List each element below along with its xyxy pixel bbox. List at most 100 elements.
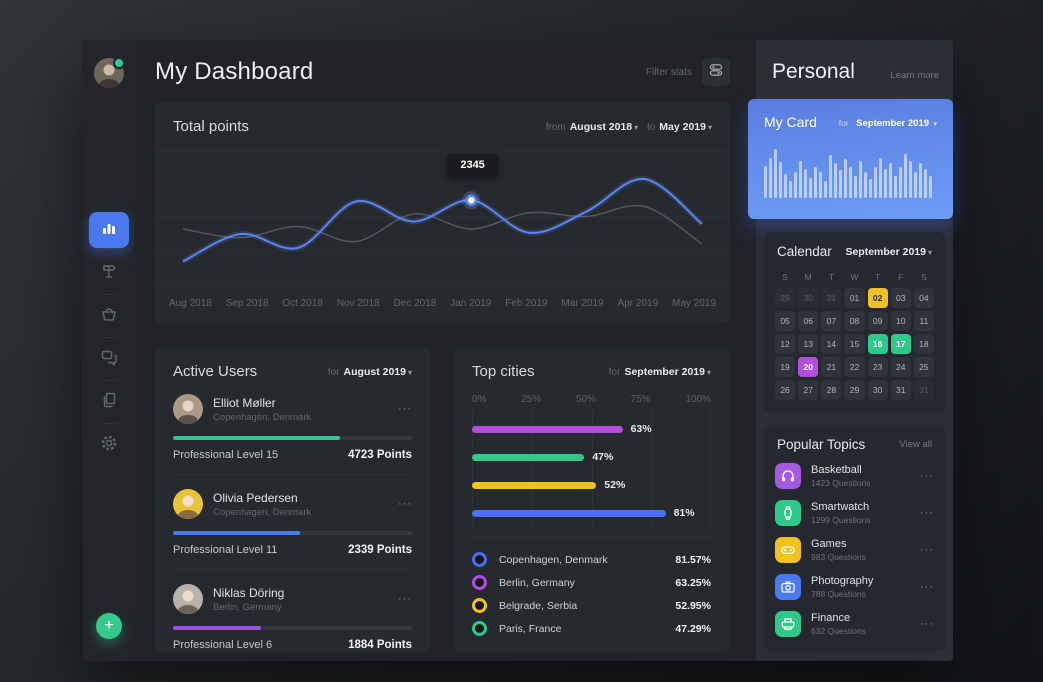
sidebar-item-dashboard[interactable] [89,212,129,248]
topic-row[interactable]: Finance 632 Questions ··· [775,611,934,637]
calendar-day[interactable]: 27 [798,380,818,400]
my-card-bar [774,149,777,198]
from-dropdown[interactable]: August 2018 [570,121,632,133]
more-menu-icon[interactable]: ··· [398,403,412,415]
user-level: Professional Level 15 [173,449,278,461]
camera-icon [775,574,801,600]
calendar-day[interactable]: 13 [798,334,818,354]
topic-row[interactable]: Basketball 1423 Questions ··· [775,463,934,489]
data-point[interactable] [467,196,476,205]
calendar-day[interactable]: 12 [775,334,795,354]
chevron-down-icon[interactable]: ▾ [933,121,937,128]
sidebar-item-documents[interactable] [89,384,129,420]
chevron-down-icon[interactable]: ▾ [707,368,711,377]
calendar-day[interactable]: 22 [844,357,864,377]
filter-stats: Filter stats [646,58,730,86]
calendar-day[interactable]: 01 [844,288,864,308]
user-points: 4723 Points [348,449,412,461]
calendar-day[interactable]: 07 [821,311,841,331]
period-dropdown[interactable]: September 2019 [845,246,926,258]
learn-more-link[interactable]: Learn more [890,70,939,81]
chevron-down-icon[interactable]: ▾ [708,123,712,132]
sidebar-item-messages[interactable] [89,341,129,377]
my-card-bar [764,166,767,198]
chevron-down-icon[interactable]: ▾ [928,248,932,257]
more-menu-icon[interactable]: ··· [398,498,412,510]
calendar-day[interactable]: 20 [798,357,818,377]
my-card-bar [899,167,902,198]
calendar-day[interactable]: 19 [775,357,795,377]
city-bar [472,454,584,461]
period-dropdown[interactable]: September 2019 [624,366,705,378]
calendar-day[interactable]: 15 [844,334,864,354]
calendar-day[interactable]: 02 [868,288,888,308]
date-range: fromAugust 2018▾ toMay 2019▾ [546,121,712,133]
calendar-day[interactable]: 17 [891,334,911,354]
more-menu-icon[interactable]: ··· [920,618,934,630]
active-users-period: forAugust 2019▾ [328,366,412,378]
more-menu-icon[interactable]: ··· [920,544,934,556]
calendar-day[interactable]: 23 [868,357,888,377]
calendar-day[interactable]: 16 [868,334,888,354]
user-avatar[interactable] [94,58,124,88]
more-menu-icon[interactable]: ··· [920,507,934,519]
calendar-day[interactable]: 29 [775,288,795,308]
personal-panel: Personal Learn more My Card for Septembe… [756,40,953,661]
printer-icon [775,611,801,637]
calendar-day[interactable]: 09 [868,311,888,331]
calendar-day[interactable]: 25 [914,357,934,377]
to-dropdown[interactable]: May 2019 [659,121,706,133]
calendar-day[interactable]: 31 [821,288,841,308]
calendar-day[interactable]: 30 [868,380,888,400]
calendar-day[interactable]: 18 [914,334,934,354]
add-button[interactable]: + [96,613,122,639]
topic-row[interactable]: Smartwatch 1299 Questions ··· [775,500,934,526]
chevron-down-icon[interactable]: ▾ [408,368,412,377]
user-name: Olivia Pedersen [213,491,311,505]
topic-questions: 788 Questions [811,589,873,599]
calendar-day[interactable]: 21 [821,357,841,377]
calendar-day[interactable]: 30 [798,288,818,308]
calendar-day[interactable]: 31 [914,380,934,400]
my-card-bar [929,176,932,198]
topic-questions: 1299 Questions [811,515,871,525]
sidebar-item-settings[interactable] [89,427,129,463]
my-card-bar [884,169,887,198]
calendar-day[interactable]: 06 [798,311,818,331]
chevron-down-icon[interactable]: ▾ [634,123,638,132]
more-menu-icon[interactable]: ··· [920,581,934,593]
sidebar-item-signpost[interactable] [89,255,129,291]
calendar-day[interactable]: 14 [821,334,841,354]
topic-row[interactable]: Photography 788 Questions ··· [775,574,934,600]
filter-stats-button[interactable] [702,58,730,86]
my-card-bar [854,176,857,198]
calendar-day[interactable]: 08 [844,311,864,331]
more-menu-icon[interactable]: ··· [920,470,934,482]
x-tick: Apr 2019 [618,298,659,309]
calendar-day[interactable]: 26 [775,380,795,400]
calendar-day[interactable]: 31 [891,380,911,400]
calendar-day[interactable]: 28 [821,380,841,400]
period-dropdown[interactable]: September 2019 [856,118,929,129]
calendar-day[interactable]: 11 [914,311,934,331]
more-menu-icon[interactable]: ··· [398,593,412,605]
calendar-day[interactable]: 10 [891,311,911,331]
calendar-day[interactable]: 29 [844,380,864,400]
calendar-day[interactable]: 04 [914,288,934,308]
period-dropdown[interactable]: August 2019 [344,366,406,378]
legend-value: 47.29% [675,623,711,635]
legend-value: 81.57% [675,554,711,566]
sidebar-item-basket[interactable] [89,298,129,334]
main-header: My Dashboard Filter stats [155,58,730,86]
topic-row[interactable]: Games 983 Questions ··· [775,537,934,563]
calendar-day[interactable]: 24 [891,357,911,377]
avatar [173,584,203,614]
topic-questions: 632 Questions [811,626,866,636]
my-card[interactable]: My Card for September 2019 ▾ [748,99,953,219]
my-card-bar [809,178,812,198]
calendar-day[interactable]: 03 [891,288,911,308]
my-card-bar [869,179,872,198]
sidebar-divider [101,423,117,424]
view-all-link[interactable]: View all [899,439,932,450]
calendar-day[interactable]: 05 [775,311,795,331]
